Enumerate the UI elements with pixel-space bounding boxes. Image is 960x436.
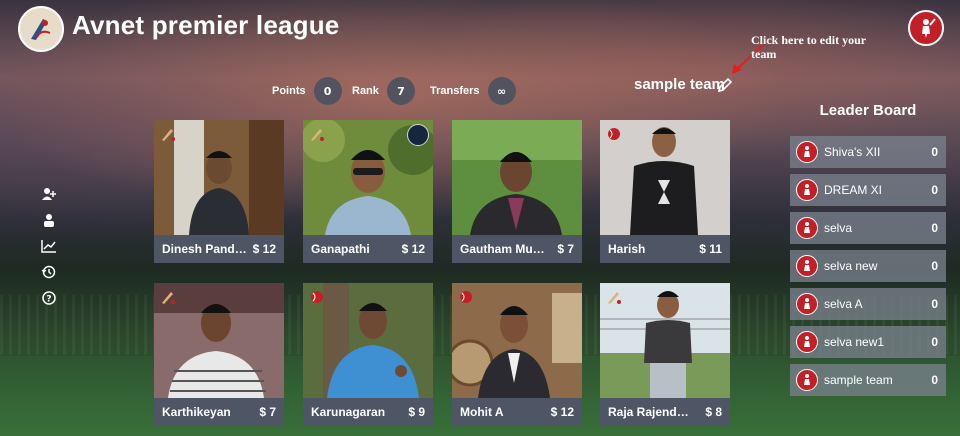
stat-value: 0	[313, 77, 342, 105]
stat-points: Points 0	[272, 77, 342, 105]
player-name: Karunagaran	[311, 405, 386, 419]
cricketer-icon	[796, 217, 818, 239]
player-caption: Ganapathi $ 12	[303, 235, 433, 263]
player-name: Gautham Mukes…	[460, 242, 546, 256]
leaderboard-team-name: selva	[824, 221, 853, 235]
player-name: Mohit A	[460, 405, 504, 419]
player-price: $ 9	[408, 405, 425, 419]
leaderboard-title: Leader Board	[819, 102, 917, 119]
player-photo	[452, 120, 582, 235]
cricket-bat-icon	[311, 129, 324, 141]
player-caption: Dinesh Pandiy… $ 12	[154, 235, 284, 263]
player-name: Dinesh Pandiy…	[162, 242, 248, 256]
player-card[interactable]: Karunagaran $ 9	[303, 283, 433, 426]
player-price: $ 11	[699, 242, 722, 256]
player-card[interactable]: Gautham Mukes… $ 7	[452, 120, 582, 263]
leaderboard-team-name: DREAM XI	[824, 183, 883, 197]
pencil-edit-icon[interactable]	[716, 76, 734, 94]
leaderboard-row[interactable]: selva 0	[790, 212, 946, 244]
player-card[interactable]: Mohit A $ 12	[452, 283, 582, 426]
player-caption: Mohit A $ 12	[452, 398, 582, 426]
cricket-ball-icon	[608, 128, 620, 140]
cricketer-icon	[796, 141, 818, 163]
player-card[interactable]: Dinesh Pandiy… $ 12	[154, 120, 284, 263]
player-card[interactable]: Karthikeyan $ 7	[154, 283, 284, 426]
leaderboard-team-name: Shiva's XII	[824, 145, 881, 159]
player-price: $ 8	[705, 405, 722, 419]
cricketer-icon	[796, 255, 818, 277]
stat-value: 7	[386, 77, 415, 105]
stat-value: ∞	[487, 77, 516, 105]
leaderboard-points: 0	[931, 259, 938, 273]
player-name: Harish	[608, 242, 646, 256]
cricket-logo-icon	[24, 12, 58, 46]
stat-label: Rank	[352, 85, 379, 97]
leaderboard-points: 0	[931, 145, 938, 159]
cricketer-icon	[796, 293, 818, 315]
player-caption: Gautham Mukes… $ 7	[452, 235, 582, 263]
leaderboard-row[interactable]: selva new1 0	[790, 326, 946, 358]
leaderboard-team-name: sample team	[824, 373, 893, 387]
player-price: $ 7	[259, 405, 276, 419]
player-card[interactable]: Harish $ 11	[600, 120, 730, 263]
cricket-bat-icon	[608, 292, 621, 304]
player-price: $ 12	[252, 242, 276, 256]
leaderboard-team-name: selva new1	[824, 335, 885, 349]
leaderboard-row[interactable]: selva A 0	[790, 288, 946, 320]
player-name: Karthikeyan	[162, 405, 231, 419]
player-caption: Harish $ 11	[600, 235, 730, 263]
help-icon[interactable]: ?	[40, 290, 58, 306]
player-name: Ganapathi	[311, 242, 370, 256]
player-price: $ 7	[557, 242, 574, 256]
cricketer-icon	[796, 179, 818, 201]
history-icon[interactable]	[40, 264, 58, 280]
svg-text:?: ?	[46, 295, 51, 305]
player-name: Raja Rajender…	[608, 405, 694, 419]
team-icon[interactable]	[40, 212, 58, 228]
cricket-ball-icon	[311, 291, 323, 303]
leaderboard-points: 0	[931, 183, 938, 197]
edit-team-hint: Click here to edit your team	[751, 33, 866, 61]
player-card[interactable]: Ganapathi $ 12	[303, 120, 433, 263]
cricketer-icon	[796, 369, 818, 391]
captain-badge-icon	[407, 124, 429, 146]
leaderboard-row[interactable]: selva new 0	[790, 250, 946, 282]
stat-label: Points	[272, 85, 306, 97]
stat-transfers: Transfers ∞	[430, 77, 516, 105]
leaderboard-team-name: selva A	[824, 297, 863, 311]
add-user-icon[interactable]	[40, 186, 58, 202]
leaderboard-points: 0	[931, 373, 938, 387]
leaderboard-points: 0	[931, 221, 938, 235]
side-nav: ?	[40, 186, 58, 306]
player-caption: Raja Rajender… $ 8	[600, 398, 730, 426]
leaderboard-row[interactable]: sample team 0	[790, 364, 946, 396]
cricket-bat-icon	[162, 292, 175, 304]
stats-chart-icon[interactable]	[40, 238, 58, 254]
stat-label: Transfers	[430, 85, 480, 97]
leaderboard-row[interactable]: DREAM XI 0	[790, 174, 946, 206]
cricket-bat-icon	[162, 129, 175, 141]
app-title: Avnet premier league	[72, 10, 340, 40]
leaderboard-row[interactable]: Shiva's XII 0	[790, 136, 946, 168]
leaderboard-points: 0	[931, 297, 938, 311]
player-caption: Karunagaran $ 9	[303, 398, 433, 426]
stat-rank: Rank 7	[352, 77, 415, 105]
leaderboard-points: 0	[931, 335, 938, 349]
cricketer-icon	[796, 331, 818, 353]
player-price: $ 12	[401, 242, 425, 256]
player-caption: Karthikeyan $ 7	[154, 398, 284, 426]
profile-cricket-icon[interactable]	[908, 10, 944, 46]
player-price: $ 12	[550, 405, 574, 419]
team-name: sample team	[634, 76, 725, 93]
leaderboard-team-name: selva new	[824, 259, 878, 273]
league-logo[interactable]	[18, 6, 64, 52]
player-card[interactable]: Raja Rajender… $ 8	[600, 283, 730, 426]
cricket-ball-icon	[460, 291, 472, 303]
